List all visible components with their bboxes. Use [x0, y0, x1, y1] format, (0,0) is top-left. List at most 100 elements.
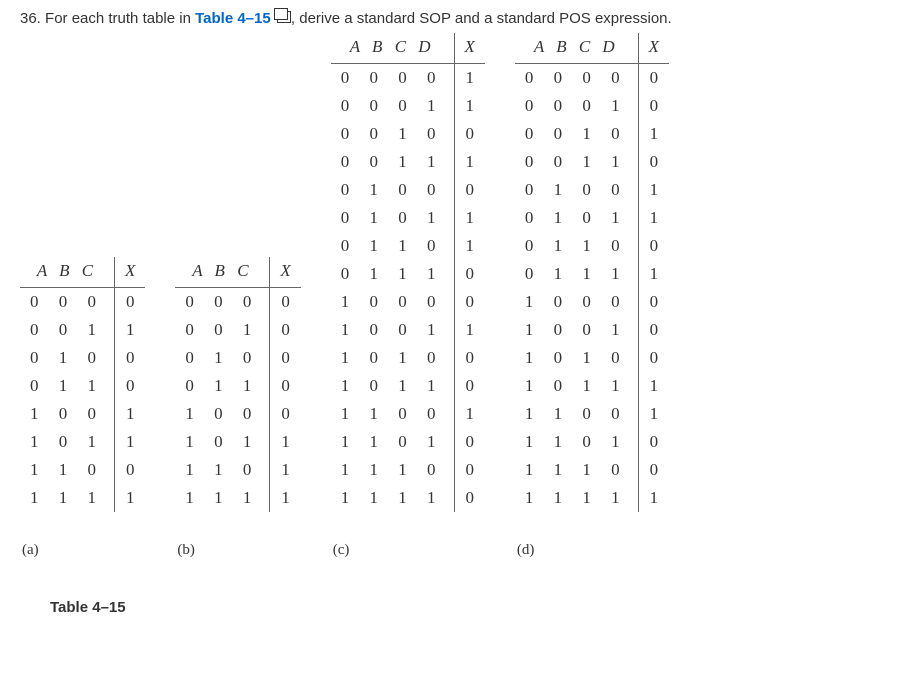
vars-cell: 1 0 1 1 [515, 372, 638, 400]
vars-cell: 0 1 1 0 [515, 232, 638, 260]
vars-cell: 1 0 1 0 [331, 344, 454, 372]
output-cell: 1 [638, 484, 669, 512]
vars-cell: 1 1 0 1 [515, 428, 638, 456]
vars-cell: 1 0 0 [20, 400, 115, 428]
vars-cell: 0 0 1 0 [331, 120, 454, 148]
header-output: X [638, 33, 669, 64]
vars-cell: 0 1 1 0 [331, 232, 454, 260]
table-caption: Table 4–15 [50, 599, 895, 616]
header-output: X [270, 257, 301, 288]
output-cell: 0 [115, 456, 146, 484]
table-row: 1 1 0 10 [515, 428, 669, 456]
output-cell: 0 [454, 428, 485, 456]
vars-cell: 1 1 0 [20, 456, 115, 484]
vars-cell: 0 1 1 [175, 372, 270, 400]
question-posttext: , derive a standard SOP and a standard P… [291, 10, 672, 27]
vars-cell: 0 1 0 1 [515, 204, 638, 232]
vars-cell: 1 1 1 0 [515, 456, 638, 484]
vars-cell: 1 0 1 [175, 428, 270, 456]
vars-cell: 0 1 0 1 [331, 204, 454, 232]
table-row: 0 0 11 [20, 316, 145, 344]
vars-cell: 0 0 0 0 [331, 64, 454, 93]
table-row: 0 0 1 11 [331, 148, 485, 176]
question-text: 36. For each truth table in Table 4–15 ,… [20, 10, 895, 27]
output-cell: 0 [270, 372, 301, 400]
output-cell: 1 [638, 120, 669, 148]
output-cell: 0 [454, 120, 485, 148]
truth-tables-container: A B C X 0 0 000 0 110 1 000 1 101 0 011 … [20, 33, 895, 559]
table-row: 0 0 00 [20, 288, 145, 317]
table-row: 1 1 0 01 [331, 400, 485, 428]
table-c-block: A B C D X 0 0 0 010 0 0 110 0 1 000 0 1 … [331, 33, 485, 559]
question-number: 36. [20, 10, 41, 27]
vars-cell: 1 0 0 0 [515, 288, 638, 316]
table-row: 0 1 0 11 [331, 204, 485, 232]
table-row: 1 1 1 00 [331, 456, 485, 484]
table-row: 1 0 0 00 [515, 288, 669, 316]
table-row: 0 1 1 11 [515, 260, 669, 288]
vars-cell: 1 1 1 [175, 484, 270, 512]
output-cell: 1 [638, 176, 669, 204]
output-cell: 0 [270, 288, 301, 317]
vars-cell: 0 0 0 0 [515, 64, 638, 93]
output-cell: 0 [270, 400, 301, 428]
header-vars: A B C D [515, 33, 638, 64]
output-cell: 1 [454, 400, 485, 428]
table-b-label: (b) [173, 542, 302, 559]
table-reference-link[interactable]: Table 4–15 [195, 10, 291, 27]
table-row: 1 0 1 11 [515, 372, 669, 400]
table-row: 1 0 1 10 [331, 372, 485, 400]
table-row: 1 0 1 00 [331, 344, 485, 372]
output-cell: 0 [270, 344, 301, 372]
output-cell: 0 [454, 288, 485, 316]
output-cell: 0 [454, 260, 485, 288]
vars-cell: 1 0 0 1 [515, 316, 638, 344]
table-d-label: (d) [513, 542, 671, 559]
table-row: 0 0 10 [175, 316, 300, 344]
table-a-label: (a) [18, 542, 147, 559]
vars-cell: 1 0 0 1 [331, 316, 454, 344]
table-row: 0 1 0 11 [515, 204, 669, 232]
vars-cell: 0 1 0 0 [515, 176, 638, 204]
table-row: 0 1 10 [20, 372, 145, 400]
table-row: 0 1 1 10 [331, 260, 485, 288]
vars-cell: 0 0 1 1 [331, 148, 454, 176]
truth-table-a: A B C X 0 0 000 0 110 1 000 1 101 0 011 … [20, 257, 145, 512]
table-row: 1 1 01 [175, 456, 300, 484]
vars-cell: 1 1 0 [175, 456, 270, 484]
output-cell: 1 [115, 316, 146, 344]
vars-cell: 1 1 1 1 [331, 484, 454, 512]
header-output: X [115, 257, 146, 288]
output-cell: 1 [454, 64, 485, 93]
output-cell: 0 [454, 176, 485, 204]
table-d-block: A B C D X 0 0 0 000 0 0 100 0 1 010 0 1 … [515, 33, 669, 559]
table-ref-text: Table 4–15 [195, 10, 271, 27]
table-row: 1 1 11 [175, 484, 300, 512]
output-cell: 0 [638, 92, 669, 120]
vars-cell: 1 0 0 [175, 400, 270, 428]
table-row: 0 1 00 [20, 344, 145, 372]
header-vars: A B C [20, 257, 115, 288]
header-vars: A B C D [331, 33, 454, 64]
output-cell: 1 [115, 484, 146, 512]
output-cell: 0 [638, 64, 669, 93]
output-cell: 1 [454, 232, 485, 260]
output-cell: 0 [454, 344, 485, 372]
output-cell: 0 [115, 372, 146, 400]
vars-cell: 0 0 1 [175, 316, 270, 344]
table-row: 1 1 0 01 [515, 400, 669, 428]
vars-cell: 0 1 1 1 [515, 260, 638, 288]
vars-cell: 0 0 1 [20, 316, 115, 344]
output-cell: 1 [270, 484, 301, 512]
header-output: X [454, 33, 485, 64]
output-cell: 0 [638, 428, 669, 456]
output-cell: 0 [115, 288, 146, 317]
table-row: 1 1 1 11 [515, 484, 669, 512]
output-cell: 0 [454, 456, 485, 484]
table-row: 1 0 0 10 [515, 316, 669, 344]
vars-cell: 1 1 1 [20, 484, 115, 512]
table-row: 0 1 10 [175, 372, 300, 400]
table-row: 0 0 0 10 [515, 92, 669, 120]
output-cell: 1 [454, 204, 485, 232]
vars-cell: 0 1 0 0 [331, 176, 454, 204]
